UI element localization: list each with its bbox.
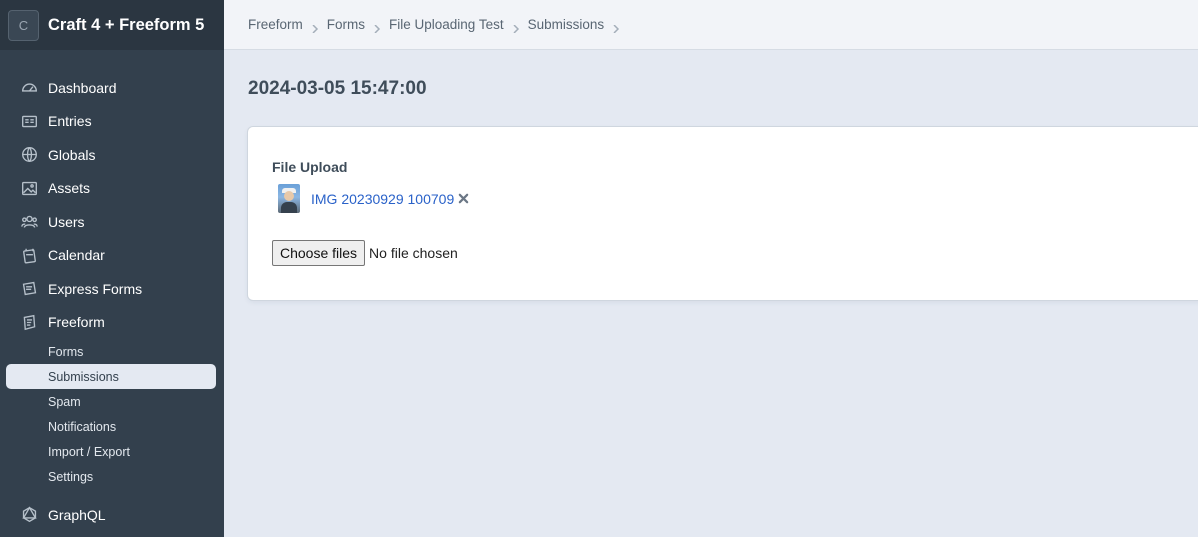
freeform-subnav: Forms Submissions Spam Notifications Imp… xyxy=(0,339,224,489)
image-icon xyxy=(20,179,38,197)
nav-item-label: Express Forms xyxy=(48,280,143,297)
choose-files-button[interactable]: Choose files xyxy=(272,240,366,266)
breadcrumb-item[interactable]: Submissions xyxy=(528,17,629,34)
breadcrumb-item[interactable]: Forms xyxy=(327,17,389,34)
nav-item-calendar[interactable]: Calendar xyxy=(0,239,224,273)
subnav-item-settings[interactable]: Settings xyxy=(6,464,216,489)
subnav-item-submissions[interactable]: Submissions xyxy=(6,364,216,389)
chevron-right-icon xyxy=(373,21,381,34)
main-nav: Dashboard Entries Globals Assets Users C… xyxy=(0,50,224,489)
uploaded-file: IMG 20230929 100709 xyxy=(278,184,469,213)
nav-item-dashboard[interactable]: Dashboard xyxy=(0,71,224,105)
breadcrumb-item[interactable]: Freeform xyxy=(248,17,327,34)
calendar-icon xyxy=(20,246,38,264)
file-input: Choose files No file chosen xyxy=(272,240,458,266)
remove-icon[interactable] xyxy=(457,193,469,205)
nav-item-users[interactable]: Users xyxy=(0,205,224,239)
nav-item-freeform[interactable]: Freeform xyxy=(0,306,224,340)
nav-item-label: Assets xyxy=(48,180,91,197)
freeform-icon xyxy=(20,313,38,331)
subnav-item-spam[interactable]: Spam xyxy=(6,389,216,414)
nav-item-label: GraphQL xyxy=(48,506,106,523)
nav-item-label: Globals xyxy=(48,146,96,163)
breadcrumb-label[interactable]: Freeform xyxy=(248,17,303,32)
breadcrumb: Freeform Forms File Uploading Test Submi… xyxy=(224,0,1198,50)
site-header: C Craft 4 + Freeform 5 xyxy=(0,0,224,50)
nav-item-label: Calendar xyxy=(48,247,105,264)
globe-icon xyxy=(20,146,38,164)
entries-icon xyxy=(20,112,38,130)
nav-item-label: Entries xyxy=(48,113,92,130)
breadcrumb-label[interactable]: File Uploading Test xyxy=(389,17,504,32)
graphql-icon xyxy=(20,506,38,524)
nav-item-express-forms[interactable]: Express Forms xyxy=(0,272,224,306)
breadcrumb-label[interactable]: Submissions xyxy=(528,17,605,32)
page-title: 2024-03-05 15:47:00 xyxy=(248,78,427,99)
chevron-right-icon xyxy=(311,21,319,34)
sidebar: C Craft 4 + Freeform 5 Dashboard Entries… xyxy=(0,0,224,537)
users-icon xyxy=(20,213,38,231)
breadcrumb-label[interactable]: Forms xyxy=(327,17,365,32)
subnav-item-notifications[interactable]: Notifications xyxy=(6,414,216,439)
breadcrumb-item[interactable]: File Uploading Test xyxy=(389,17,528,34)
site-logo[interactable]: C xyxy=(8,9,39,41)
chevron-right-icon xyxy=(612,21,620,34)
nav-item-label: Dashboard xyxy=(48,79,117,96)
field-label: File Upload xyxy=(272,159,348,175)
nav-item-label: Freeform xyxy=(48,314,105,331)
express-forms-icon xyxy=(20,280,38,298)
nav-item-label: Users xyxy=(48,213,85,230)
subnav-item-forms[interactable]: Forms xyxy=(6,339,216,364)
no-file-text: No file chosen xyxy=(369,245,458,261)
submission-card: File Upload IMG 20230929 100709 Choose f… xyxy=(248,127,1198,300)
nav-item-globals[interactable]: Globals xyxy=(0,138,224,172)
file-thumbnail[interactable] xyxy=(278,184,300,213)
file-link[interactable]: IMG 20230929 100709 xyxy=(311,191,454,207)
nav-item-graphql[interactable]: GraphQL xyxy=(0,498,224,532)
subnav-item-import-export[interactable]: Import / Export xyxy=(6,439,216,464)
dashboard-icon xyxy=(20,79,38,97)
site-name[interactable]: Craft 4 + Freeform 5 xyxy=(48,16,204,35)
nav-item-assets[interactable]: Assets xyxy=(0,172,224,206)
nav-item-entries[interactable]: Entries xyxy=(0,105,224,139)
chevron-right-icon xyxy=(512,21,520,34)
